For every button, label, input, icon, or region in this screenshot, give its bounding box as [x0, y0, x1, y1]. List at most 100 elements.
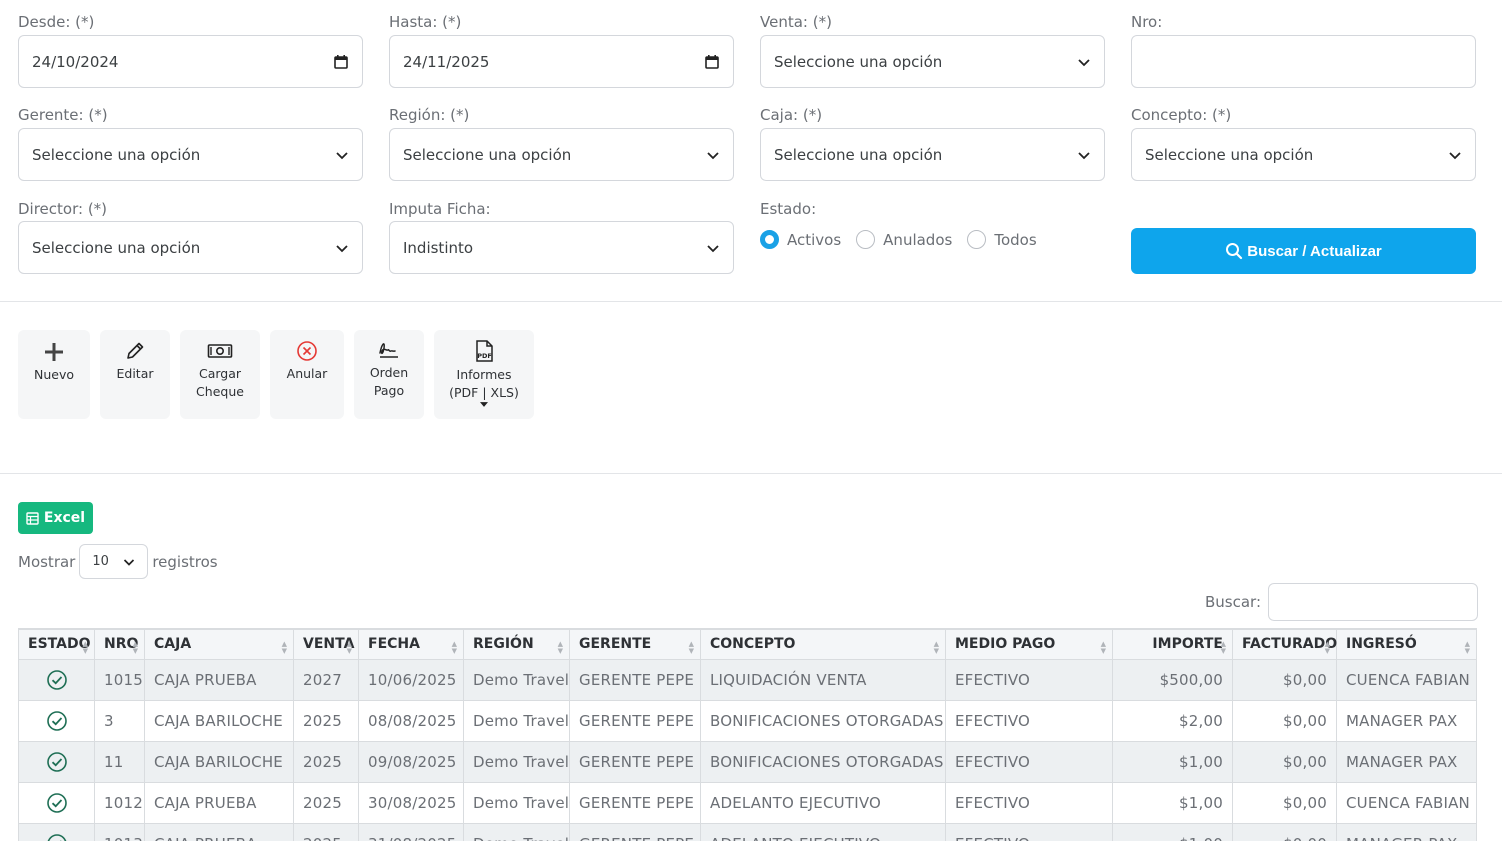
cell-importe: $500,00: [1112, 658, 1233, 701]
venta-select[interactable]: Seleccione una opción: [760, 35, 1105, 88]
column-header-ingres-[interactable]: INGRESÓ ▲ ▼: [1336, 628, 1477, 660]
status-cell: [18, 822, 95, 841]
sort-icon: ▲ ▼: [1324, 639, 1330, 655]
nro-input[interactable]: [1131, 35, 1476, 88]
table-row[interactable]: 1015 CAJA PRUEBA 2027 10/06/2025 Demo Travel…: [18, 658, 1477, 701]
column-header-importe[interactable]: IMPORTE ▲ ▼: [1112, 628, 1233, 660]
buscar-actualizar-button[interactable]: Buscar / Actualizar: [1131, 228, 1476, 274]
column-header-estado[interactable]: ESTADO ▲ ▼: [18, 628, 95, 660]
chevron-down-icon: [336, 151, 348, 159]
sort-icon: ▲ ▼: [1100, 639, 1106, 655]
informes-dropdown-button[interactable]: PDF Informes (PDF | XLS): [434, 330, 534, 419]
column-header-medio-pago[interactable]: MEDIO PAGO ▲ ▼: [945, 628, 1113, 660]
status-cell: [18, 781, 95, 824]
cell-facturado: $0,00: [1232, 699, 1337, 742]
cell-facturado: $0,00: [1232, 781, 1337, 824]
cargar-cheque-button[interactable]: Cargar Cheque: [180, 330, 260, 419]
director-value: Seleccione una opción: [32, 238, 201, 257]
table-row[interactable]: 1012 CAJA PRUEBA 2025 30/08/2025 Demo Travel…: [18, 781, 1477, 824]
cell-medio-pago: EFECTIVO: [945, 740, 1113, 783]
radio-dot[interactable]: [856, 230, 876, 249]
sort-icon: ▲ ▼: [1464, 639, 1470, 655]
status-cell: [18, 699, 95, 742]
gerente-value: Seleccione una opción: [32, 145, 201, 164]
column-header-caja[interactable]: CAJA ▲ ▼: [144, 628, 294, 660]
signature-icon: [379, 343, 398, 358]
column-header-label: FACTURADO: [1242, 636, 1338, 653]
estado-label: Estado:: [760, 200, 817, 218]
region-select[interactable]: Seleccione una opción: [389, 128, 734, 181]
table-row[interactable]: 11 CAJA BARILOCHE 2025 09/08/2025 Demo Trave…: [18, 740, 1477, 783]
director-label: Director: (*): [18, 200, 108, 218]
column-header-gerente[interactable]: GERENTE ▲ ▼: [569, 628, 701, 660]
desde-date-input[interactable]: 24/10/2024: [18, 35, 363, 88]
nuevo-button[interactable]: Nuevo: [18, 330, 90, 419]
chevron-down-icon: [1078, 58, 1090, 66]
orden-line1: Orden: [369, 365, 409, 380]
buscar-label: Buscar / Actualizar: [1247, 242, 1382, 260]
radio-anulados[interactable]: Anulados: [856, 230, 952, 249]
cargar-line2: Cheque: [196, 384, 244, 399]
plus-icon: [45, 343, 63, 361]
cell-facturado: $0,00: [1232, 740, 1337, 783]
chevron-down-icon: [336, 244, 348, 252]
cell-fecha: 09/08/2025: [358, 740, 464, 783]
anular-button[interactable]: Anular: [270, 330, 344, 419]
column-header-fecha[interactable]: FECHA ▲ ▼: [358, 628, 464, 660]
column-header-nro[interactable]: NRO ▲ ▼: [94, 628, 145, 660]
cell-regi-n: Demo Travel: [463, 781, 570, 824]
radio-dot[interactable]: [967, 230, 987, 249]
calendar-icon[interactable]: [704, 54, 720, 70]
excel-export-button[interactable]: Excel: [18, 502, 93, 534]
hasta-date-input[interactable]: 24/11/2025: [389, 35, 734, 88]
concepto-label: Concepto: (*): [1131, 106, 1232, 124]
search-input[interactable]: [1268, 583, 1479, 621]
cell-caja: CAJA PRUEBA: [144, 658, 294, 701]
caja-select[interactable]: Seleccione una opción: [760, 128, 1105, 181]
director-select[interactable]: Seleccione una opción: [18, 221, 363, 274]
cell-nro: 3: [94, 699, 145, 742]
table-row[interactable]: 1013CAJA PRUEBA202531/08/2025Demo Travel…: [18, 822, 1477, 841]
anular-label: Anular: [286, 366, 328, 381]
check-circle-icon: [46, 669, 67, 690]
editar-button[interactable]: Editar: [100, 330, 170, 419]
data-table: ESTADO ▲ ▼ NRO ▲ ▼ CAJA ▲ ▼ VENTA ▲ ▼ FECHA ▲ ▼ REGIÓN ▲…: [18, 628, 1477, 841]
cell-ingres-: MANAGER PAX: [1336, 699, 1477, 742]
column-header-regi-n[interactable]: REGIÓN ▲ ▼: [463, 628, 570, 660]
excel-label: Excel: [43, 510, 86, 526]
gerente-select[interactable]: Seleccione una opción: [18, 128, 363, 181]
sort-icon: ▲ ▼: [933, 639, 939, 655]
column-header-label: GERENTE: [579, 636, 652, 653]
chevron-down-icon: [707, 151, 719, 159]
imputa-ficha-select[interactable]: Indistinto: [389, 221, 734, 274]
orden-pago-button[interactable]: Orden Pago: [354, 330, 424, 419]
registros-label: registros: [152, 552, 218, 571]
radio-todos[interactable]: Todos: [967, 230, 1037, 249]
sort-icon: ▲ ▼: [82, 639, 88, 655]
radio-todos-label: Todos: [994, 230, 1037, 249]
cell-gerente: GERENTE PEPE: [569, 699, 701, 742]
status-cell: [18, 658, 95, 701]
concepto-select[interactable]: Seleccione una opción: [1131, 128, 1476, 181]
caret-down-icon: [480, 402, 488, 407]
radio-activos-label: Activos: [787, 230, 842, 249]
column-header-venta[interactable]: VENTA ▲ ▼: [293, 628, 359, 660]
table-row[interactable]: 3 CAJA BARILOCHE 2025 08/08/2025 Demo Travel…: [18, 699, 1477, 742]
page-length-select[interactable]: 10: [79, 544, 149, 579]
concepto-value: Seleccione una opción: [1145, 145, 1314, 164]
cell-nro: 1015: [94, 658, 145, 701]
calendar-icon[interactable]: [333, 54, 349, 70]
column-header-concepto[interactable]: CONCEPTO ▲ ▼: [700, 628, 946, 660]
divider: [0, 473, 1502, 474]
radio-activos[interactable]: Activos: [760, 230, 841, 249]
radio-dot-selected[interactable]: [760, 230, 779, 249]
cell-regi-n: Demo Travel: [463, 740, 570, 783]
check-circle-icon: [47, 833, 66, 841]
sort-icon: ▲ ▼: [557, 639, 563, 655]
column-header-facturado[interactable]: FACTURADO ▲ ▼: [1232, 628, 1338, 660]
imputa-ficha-value: Indistinto: [403, 238, 474, 257]
column-header-label: FECHA: [368, 636, 420, 653]
cell-gerente: GERENTE PEPE: [569, 781, 701, 824]
cell-gerente: GERENTE PEPE: [569, 658, 701, 701]
cell-venta: 2025: [293, 781, 359, 824]
